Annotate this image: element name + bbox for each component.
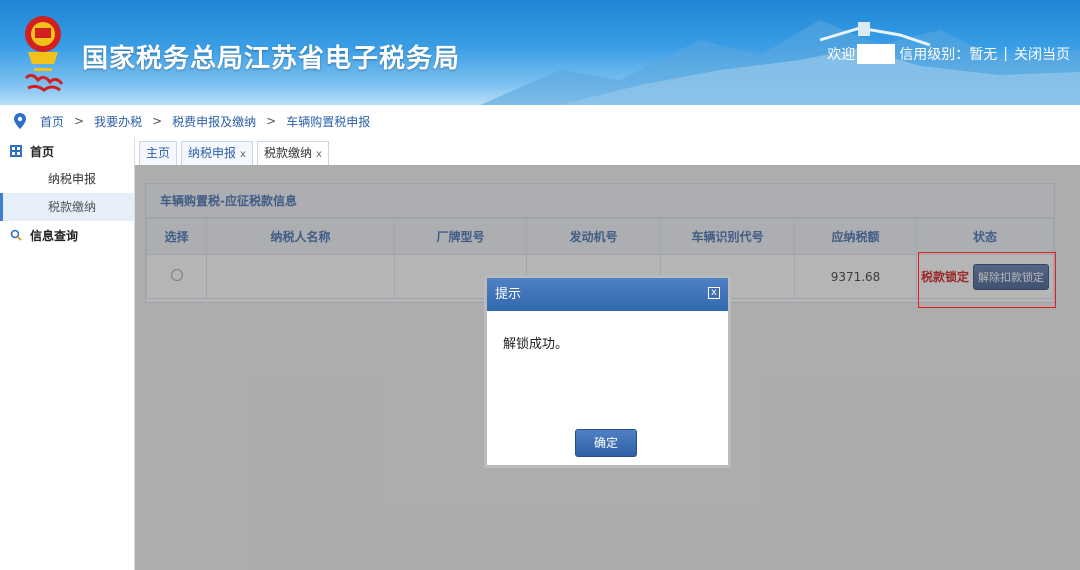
tab-home[interactable]: 主页	[139, 141, 178, 165]
site-title: 国家税务总局江苏省电子税务局	[82, 44, 461, 74]
tab-tax-filing-label: 纳税申报	[188, 146, 237, 160]
sidebar-info-query-label: 信息查询	[30, 228, 79, 243]
sidebar-item-home[interactable]: 首页	[0, 137, 134, 165]
user-bar: 欢迎 信用级别：暂无 | 关闭当页	[827, 44, 1070, 64]
breadcrumb-arrow: >	[152, 114, 163, 128]
sidebar: 首页 纳税申报 税款缴纳 信息查询	[0, 137, 135, 570]
sidebar-item-tax-filing[interactable]: 纳税申报	[0, 165, 134, 193]
site-header: 国家税务总局江苏省电子税务局 欢迎 信用级别：暂无 | 关闭当页	[0, 0, 1080, 105]
breadcrumb-arrow: >	[74, 114, 85, 128]
credit-level: 信用级别：暂无	[899, 47, 998, 63]
tab-close-icon[interactable]: x	[240, 149, 246, 160]
tax-emblem-icon	[24, 16, 64, 92]
sidebar-home-label: 首页	[30, 144, 55, 159]
close-icon[interactable]: x	[708, 287, 720, 299]
tab-tax-payment-label: 税款缴纳	[263, 146, 312, 160]
grid-icon	[10, 145, 22, 157]
annotation-highlight-box	[918, 252, 1056, 308]
tab-tax-filing[interactable]: 纳税申报 x	[181, 141, 253, 165]
dialog-body: 提示 x 解锁成功。 确定	[487, 278, 728, 465]
separator: |	[1003, 46, 1008, 62]
dialog-message: 解锁成功。	[503, 337, 569, 352]
breadcrumb-tax-filing[interactable]: 税费申报及缴纳	[172, 113, 256, 130]
alert-dialog: 提示 x 解锁成功。 确定	[484, 275, 731, 468]
close-page-link[interactable]: 关闭当页	[1014, 44, 1070, 64]
username-box	[857, 44, 896, 64]
location-pin-icon	[14, 113, 26, 129]
tab-close-icon[interactable]: x	[316, 149, 322, 160]
tab-bar: 主页 纳税申报 x 税款缴纳 x	[135, 137, 1080, 165]
breadcrumb-tax-service[interactable]: 我要办税	[94, 113, 142, 130]
sidebar-item-tax-payment[interactable]: 税款缴纳	[0, 193, 134, 221]
breadcrumb: 首页 > 我要办税 > 税费申报及缴纳 > 车辆购置税申报	[0, 105, 1080, 137]
dialog-title: 提示	[487, 278, 728, 311]
search-icon	[10, 229, 22, 241]
breadcrumb-vehicle-tax[interactable]: 车辆购置税申报	[286, 113, 370, 130]
welcome-text: 欢迎	[827, 47, 856, 63]
tab-tax-payment[interactable]: 税款缴纳 x	[256, 141, 329, 165]
sidebar-item-info-query[interactable]: 信息查询	[0, 221, 134, 249]
breadcrumb-arrow: >	[266, 114, 277, 128]
breadcrumb-home[interactable]: 首页	[40, 113, 64, 130]
tab-home-label: 主页	[146, 146, 171, 160]
ok-button[interactable]: 确定	[575, 429, 637, 457]
